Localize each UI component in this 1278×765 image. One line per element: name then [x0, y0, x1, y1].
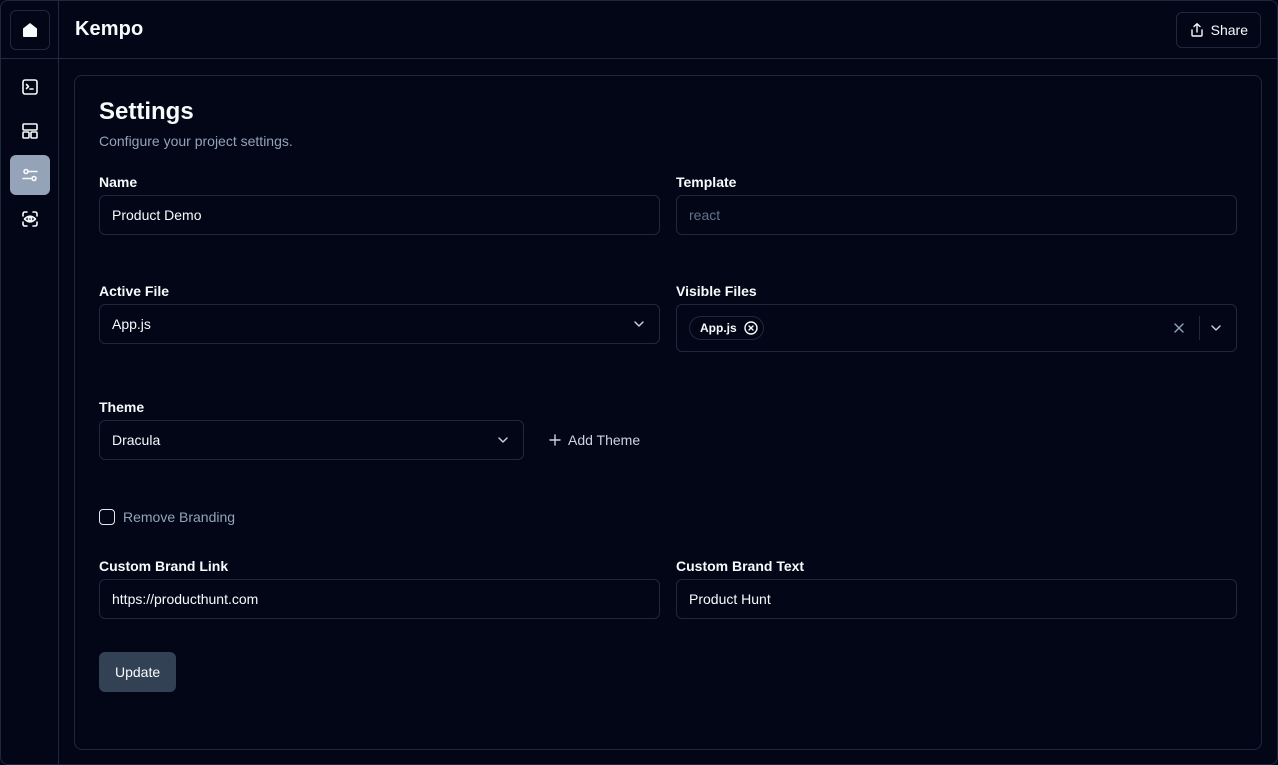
- app-brand: Kempo: [75, 18, 144, 40]
- page-title: Settings: [99, 98, 194, 125]
- template-input: react: [676, 195, 1237, 235]
- brand-text-input[interactable]: Product Hunt: [676, 579, 1237, 619]
- home-button[interactable]: [9, 9, 50, 50]
- brand-text-value: Product Hunt: [689, 591, 771, 607]
- clear-icon[interactable]: [1171, 320, 1187, 336]
- side-rail: [1, 1, 59, 764]
- remove-branding-checkbox[interactable]: [99, 509, 115, 525]
- template-value: react: [689, 207, 721, 223]
- rail-item-settings[interactable]: [9, 155, 50, 195]
- active-file-select[interactable]: App.js: [99, 304, 660, 344]
- home-icon: [22, 22, 37, 37]
- share-button[interactable]: Share: [1175, 11, 1261, 48]
- name-input[interactable]: Product Demo: [99, 195, 660, 235]
- remove-branding-row: Remove Branding: [99, 509, 235, 525]
- name-label: Name: [99, 174, 138, 190]
- add-theme-button[interactable]: Add Theme: [548, 432, 640, 448]
- rail-item-layout[interactable]: [10, 111, 50, 151]
- update-button[interactable]: Update: [99, 652, 177, 692]
- theme-select[interactable]: Dracula: [99, 420, 524, 460]
- file-chip: App.js: [689, 316, 764, 340]
- active-file-label: Active File: [99, 283, 170, 299]
- terminal-icon: [21, 79, 38, 95]
- rail-item-console[interactable]: [10, 67, 50, 107]
- add-theme-label: Add Theme: [568, 432, 641, 448]
- rail-nav: [1, 59, 58, 239]
- active-file-value: App.js: [112, 316, 151, 332]
- chevron-down-icon[interactable]: [1208, 320, 1224, 336]
- brand-text-label: Custom Brand Text: [676, 558, 805, 574]
- remove-chip-icon[interactable]: [743, 320, 759, 336]
- top-bar: Kempo Share: [59, 1, 1277, 59]
- file-chip-label: App.js: [700, 321, 737, 335]
- theme-value: Dracula: [112, 432, 161, 448]
- app-window: Kempo Share Settings Configure your proj…: [0, 0, 1278, 765]
- visible-files-multiselect[interactable]: App.js: [676, 304, 1237, 352]
- brand-link-value: https://producthunt.com: [112, 591, 259, 607]
- multiselect-controls: [1171, 316, 1224, 340]
- name-value: Product Demo: [112, 207, 202, 223]
- chevron-down-icon: [631, 316, 647, 332]
- brand-link-input[interactable]: https://producthunt.com: [99, 579, 660, 619]
- controls-divider: [1199, 316, 1200, 340]
- page-subtitle: Configure your project settings.: [99, 133, 293, 149]
- share-icon: [1190, 22, 1203, 37]
- chevron-down-icon: [495, 432, 511, 448]
- template-label: Template: [676, 174, 737, 190]
- remove-branding-label[interactable]: Remove Branding: [123, 509, 235, 525]
- eye-icon: [21, 211, 38, 227]
- share-label: Share: [1210, 21, 1248, 38]
- settings-card: Settings Configure your project settings…: [74, 75, 1262, 750]
- sliders-icon: [21, 168, 38, 182]
- plus-icon: [549, 434, 561, 446]
- visible-files-label: Visible Files: [676, 283, 757, 299]
- rail-item-preview[interactable]: [10, 199, 50, 239]
- theme-label: Theme: [99, 399, 145, 415]
- layout-icon: [21, 123, 38, 139]
- rail-header: [1, 1, 58, 59]
- brand-link-label: Custom Brand Link: [99, 558, 229, 574]
